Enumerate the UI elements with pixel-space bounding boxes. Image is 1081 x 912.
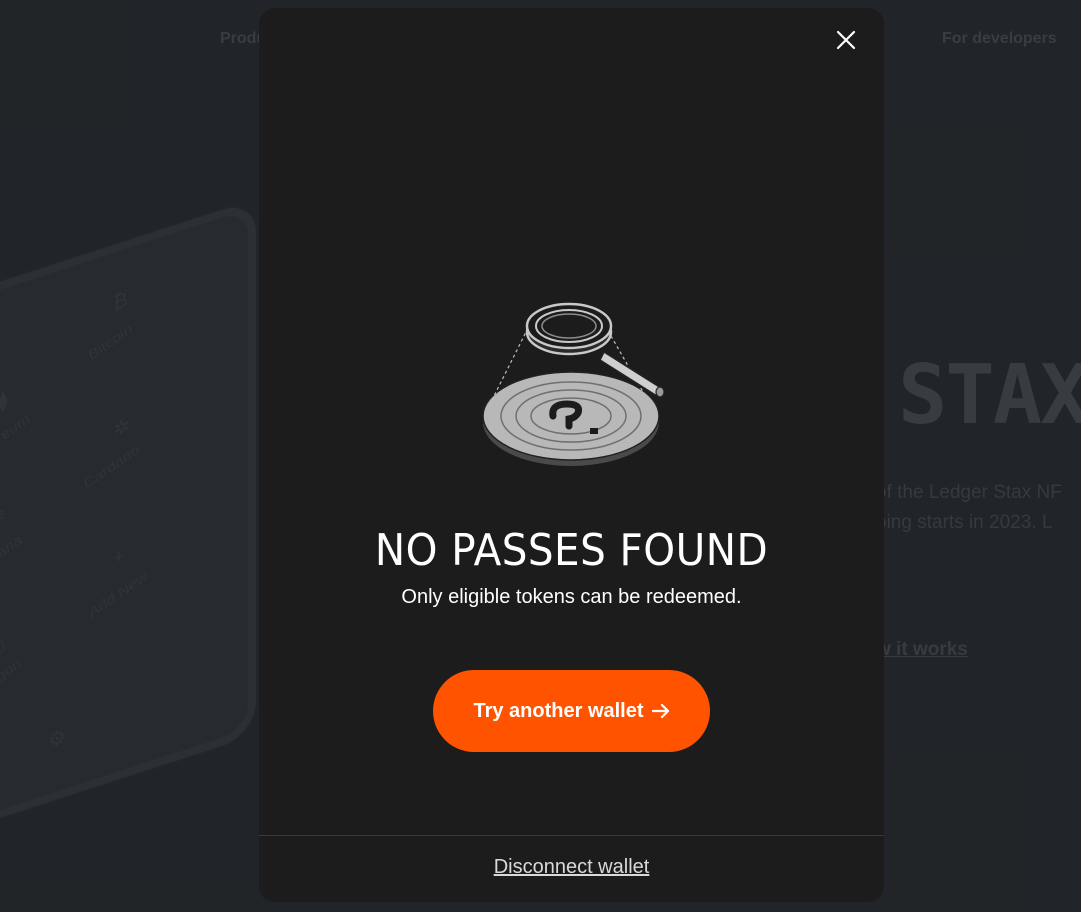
close-icon — [836, 30, 856, 50]
no-passes-modal: NO PASSES FOUND Only eligible tokens can… — [259, 8, 884, 902]
try-another-wallet-button[interactable]: Try another wallet — [433, 670, 710, 752]
try-another-wallet-label: Try another wallet — [473, 699, 644, 722]
close-button[interactable] — [834, 28, 858, 52]
modal-subtitle: Only eligible tokens can be redeemed. — [401, 586, 742, 608]
arrow-right-icon — [651, 704, 669, 718]
modal-title: NO PASSES FOUND — [374, 525, 769, 576]
magnifying-glass-coin-illustration — [482, 302, 665, 466]
footer-divider — [259, 835, 884, 836]
disconnect-wallet-link[interactable]: Disconnect wallet — [259, 856, 884, 879]
